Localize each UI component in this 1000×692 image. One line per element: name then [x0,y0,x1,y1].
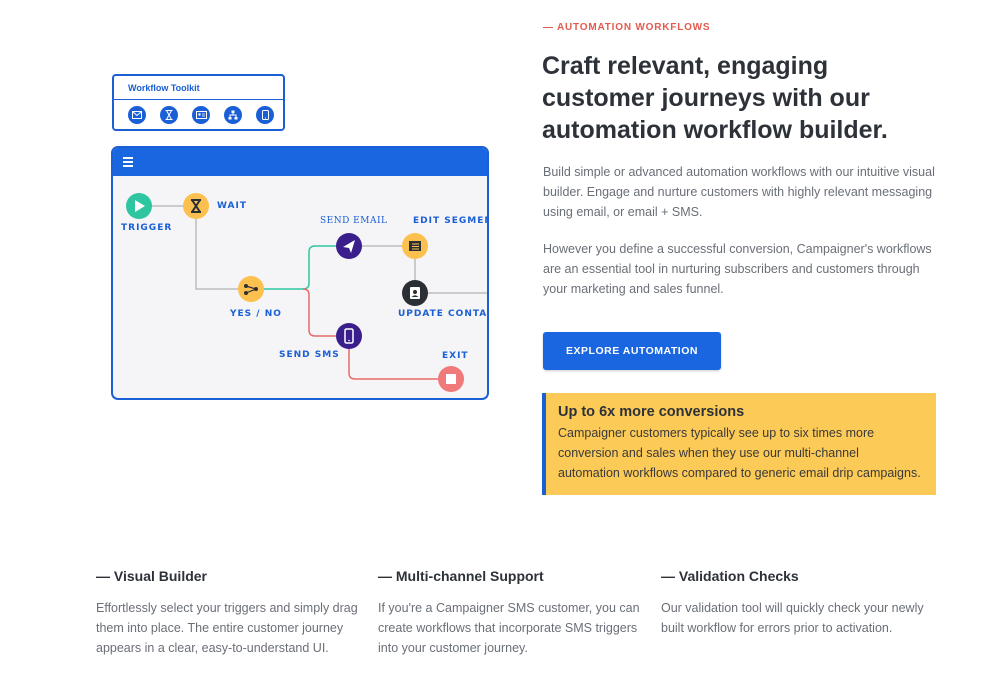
feature-description: Our validation tool will quickly check y… [661,601,924,635]
update-contact-label: UPDATE CONTACT [398,309,488,319]
edit-segment-node[interactable] [402,233,428,259]
conversion-paragraph: However you define a successful conversi… [543,242,932,296]
wait-node[interactable] [183,193,209,219]
callout-body: Campaigner customers typically see up to… [558,426,921,480]
feature-title: — Multi-channel Support [378,568,544,584]
send-email-node[interactable] [336,233,362,259]
yes-no-node[interactable] [238,276,264,302]
edit-segment-label: EDIT SEGMENT [413,216,487,226]
toolkit-divider [114,99,283,100]
toolkit-title: Workflow Toolkit [128,83,200,93]
send-sms-node[interactable] [336,323,362,349]
workflow-diagram [126,193,487,392]
feature-description: Effortlessly select your triggers and si… [96,601,358,655]
sitemap-icon[interactable] [224,106,242,124]
send-email-label: SEND EMAIL [320,216,388,226]
feature-visual-builder: — Visual Builder Effortlessly select you… [96,568,361,658]
toolkit-icons [128,106,274,124]
feature-description: If you're a Campaigner SMS customer, you… [378,601,640,655]
trigger-label: TRIGGER [121,223,173,233]
mobile-icon[interactable] [256,106,274,124]
feature-validation-checks: — Validation Checks Our validation tool … [661,568,926,638]
id-card-icon[interactable] [192,106,210,124]
hourglass-icon[interactable] [160,106,178,124]
wait-label: WAIT [217,201,247,211]
feature-title: — Validation Checks [661,568,799,584]
workflow-toolkit-panel: Workflow Toolkit [112,74,285,131]
page-title: Craft relevant, engaging customer journe… [542,52,888,144]
exit-label: EXIT [442,351,469,361]
send-sms-label: SEND SMS [279,350,340,360]
feature-multi-channel-support: — Multi-channel Support If you're a Camp… [378,568,643,658]
trigger-node[interactable] [126,193,152,219]
mail-icon[interactable] [128,106,146,124]
explore-automation-button[interactable]: EXPLORE AUTOMATION [543,332,721,370]
callout-title: Up to 6x more conversions [558,404,745,420]
exit-node[interactable] [438,366,464,392]
conversions-callout: Up to 6x more conversions Campaigner cus… [542,393,936,495]
workflow-builder-canvas: TRIGGER WAIT YES / NO SEND EMAIL EDIT SE… [111,146,489,400]
update-contact-node[interactable] [402,280,428,306]
feature-title: — Visual Builder [96,568,207,584]
intro-paragraph: Build simple or advanced automation work… [543,165,935,219]
yes-no-label: YES / NO [230,309,282,319]
section-eyebrow: — AUTOMATION WORKFLOWS [543,22,711,33]
